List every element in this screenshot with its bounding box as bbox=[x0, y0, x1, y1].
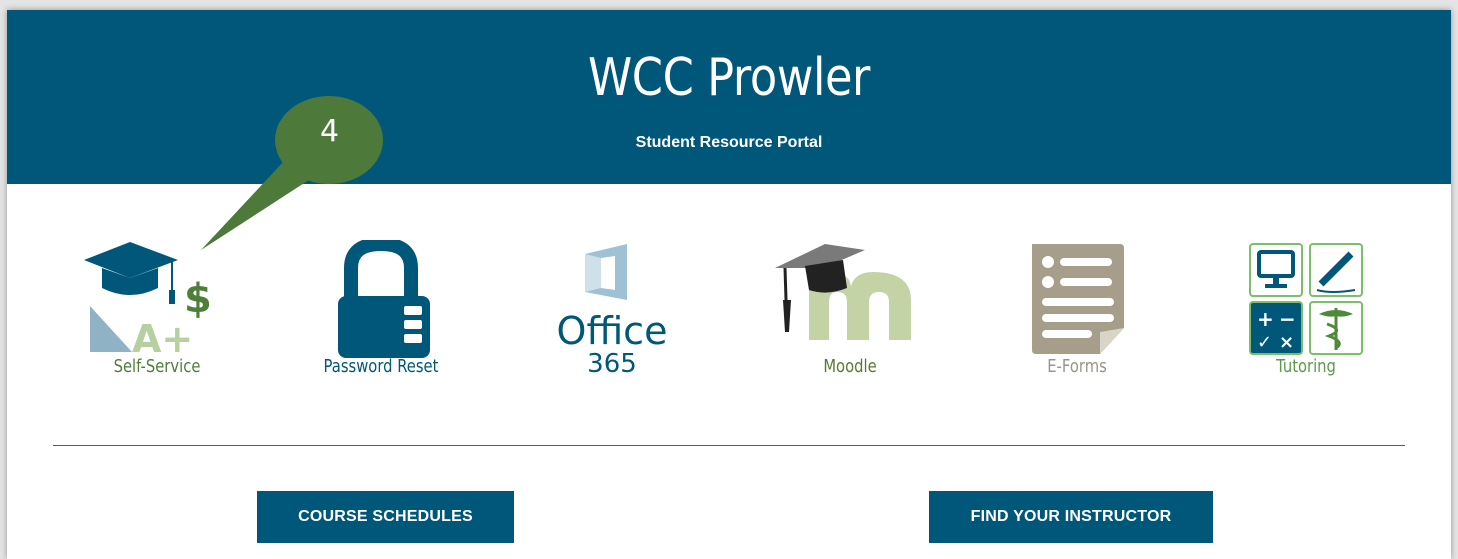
svg-text:×: × bbox=[1279, 332, 1294, 353]
callout-bubble bbox=[201, 96, 383, 250]
tile-password-reset[interactable]: Password Reset bbox=[296, 240, 466, 380]
tile-label-e-forms: E-Forms bbox=[1047, 356, 1107, 377]
svg-text:+: + bbox=[1257, 307, 1274, 331]
tile-self-service[interactable]: $ A+ Self-Service bbox=[72, 240, 242, 380]
tile-label-password-reset: Password Reset bbox=[323, 356, 439, 377]
office-number: 365 bbox=[587, 349, 637, 379]
office-365-icon: Office 365 bbox=[557, 244, 668, 379]
svg-text:✓: ✓ bbox=[1257, 332, 1272, 353]
svg-text:A+: A+ bbox=[132, 317, 193, 360]
graduation-cap-dollar-a-plus-icon: $ A+ bbox=[84, 242, 212, 360]
section-divider bbox=[53, 445, 1405, 446]
tile-office-365[interactable]: Office 365 bbox=[527, 240, 697, 380]
moodle-icon bbox=[775, 244, 911, 340]
tile-tutoring[interactable]: + − ✓ × Tutoring bbox=[1221, 240, 1391, 380]
course-schedules-button[interactable]: COURSE SCHEDULES bbox=[257, 491, 514, 543]
office-word: Office bbox=[557, 309, 668, 353]
find-your-instructor-button[interactable]: FIND YOUR INSTRUCTOR bbox=[929, 491, 1213, 543]
tile-label-tutoring: Tutoring bbox=[1276, 356, 1336, 377]
svg-text:$: $ bbox=[184, 276, 212, 322]
tile-moodle[interactable]: Moodle bbox=[765, 240, 935, 380]
tile-e-forms[interactable]: E-Forms bbox=[992, 240, 1162, 380]
form-document-icon bbox=[1032, 244, 1124, 354]
tile-label-self-service: Self-Service bbox=[113, 356, 201, 377]
svg-text:−: − bbox=[1279, 307, 1296, 331]
tile-label-moodle: Moodle bbox=[823, 356, 877, 377]
tutoring-grid-icon: + − ✓ × bbox=[1249, 243, 1363, 355]
callout-number: 4 bbox=[319, 114, 340, 149]
padlock-icon bbox=[338, 240, 430, 358]
